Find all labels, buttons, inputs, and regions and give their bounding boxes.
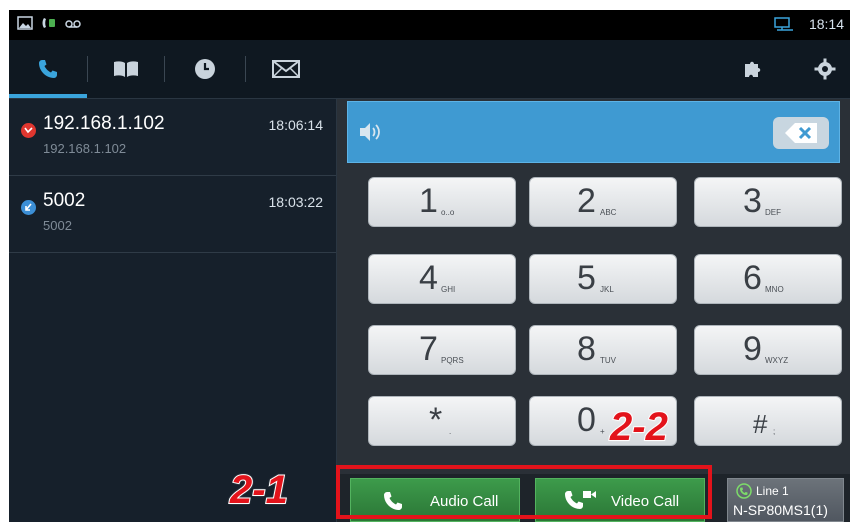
dialer-pane: 1 o..o 2 ABC 3 DEF 4 GHI 5 JKL 6 MNO 7 PQRS 8 TU…	[337, 99, 850, 522]
line-status-icon	[736, 483, 752, 499]
line-label: Line 1	[756, 484, 789, 498]
tab-bar	[9, 40, 850, 99]
tab-dialer[interactable]	[9, 40, 87, 98]
annotation-callout-1: 2-1	[229, 467, 289, 513]
keypad-key-star[interactable]: *.	[368, 396, 516, 446]
keypad-key-8[interactable]: 8 TUV	[529, 325, 677, 375]
number-input[interactable]	[347, 101, 840, 163]
apps-button[interactable]	[729, 40, 777, 98]
keypad-key-3[interactable]: 3 DEF	[694, 177, 842, 227]
network-icon	[774, 17, 793, 31]
status-icons-left	[17, 16, 81, 30]
call-history-item[interactable]: 192.168.1.102 192.168.1.102 18:06:14	[9, 99, 336, 176]
status-icons-right: 18:14	[773, 16, 844, 32]
speaker-icon[interactable]	[358, 120, 384, 144]
incoming-call-icon	[21, 200, 36, 215]
status-time: 18:14	[808, 16, 844, 32]
phone-screen: 18:14 192.168.1.102 192.168.1.102 18:06:…	[9, 10, 850, 522]
line-select-button[interactable]: Line 1 N-SP80MS1(1)	[727, 478, 844, 522]
backspace-icon	[785, 123, 817, 143]
keypad-key-2[interactable]: 2 ABC	[529, 177, 677, 227]
call-subtitle: 192.168.1.102	[43, 141, 127, 156]
call-history-list: 192.168.1.102 192.168.1.102 18:06:14 500…	[9, 99, 337, 522]
call-buttons-highlight	[336, 465, 712, 519]
tab-messages[interactable]	[246, 40, 326, 98]
call-time: 18:03:22	[268, 194, 324, 210]
backspace-button[interactable]	[773, 117, 829, 149]
call-time: 18:06:14	[268, 117, 324, 133]
envelope-icon	[272, 60, 300, 78]
active-tab-indicator	[9, 94, 87, 98]
tab-history[interactable]	[165, 40, 245, 98]
call-title: 192.168.1.102	[43, 113, 165, 134]
puzzle-icon	[745, 61, 761, 77]
phone-icon	[39, 60, 57, 78]
keypad-key-7[interactable]: 7 PQRS	[368, 325, 516, 375]
keypad-key-9[interactable]: 9 WXYZ	[694, 325, 842, 375]
voicemail-icon	[65, 20, 81, 28]
call-forward-icon	[42, 18, 55, 28]
status-bar: 18:14	[9, 10, 850, 40]
keypad-key-1[interactable]: 1 o..o	[368, 177, 516, 227]
settings-button[interactable]	[801, 40, 849, 98]
keypad-key-hash[interactable]: #;	[694, 396, 842, 446]
keypad-key-5[interactable]: 5 JKL	[529, 254, 677, 304]
keypad-key-4[interactable]: 4 GHI	[368, 254, 516, 304]
tab-directory[interactable]	[88, 40, 164, 98]
gallery-icon	[17, 16, 33, 30]
call-title: 5002	[43, 190, 86, 211]
keypad-key-6[interactable]: 6 MNO	[694, 254, 842, 304]
clock-icon	[195, 59, 215, 79]
book-icon	[114, 61, 138, 77]
line-account: N-SP80MS1(1)	[733, 502, 828, 518]
missed-call-icon	[21, 123, 36, 138]
call-history-item[interactable]: 5002 5002 18:03:22	[9, 176, 336, 253]
annotation-callout-2: 2-2	[609, 404, 669, 450]
call-subtitle: 5002	[43, 218, 72, 233]
gear-icon	[814, 58, 836, 80]
